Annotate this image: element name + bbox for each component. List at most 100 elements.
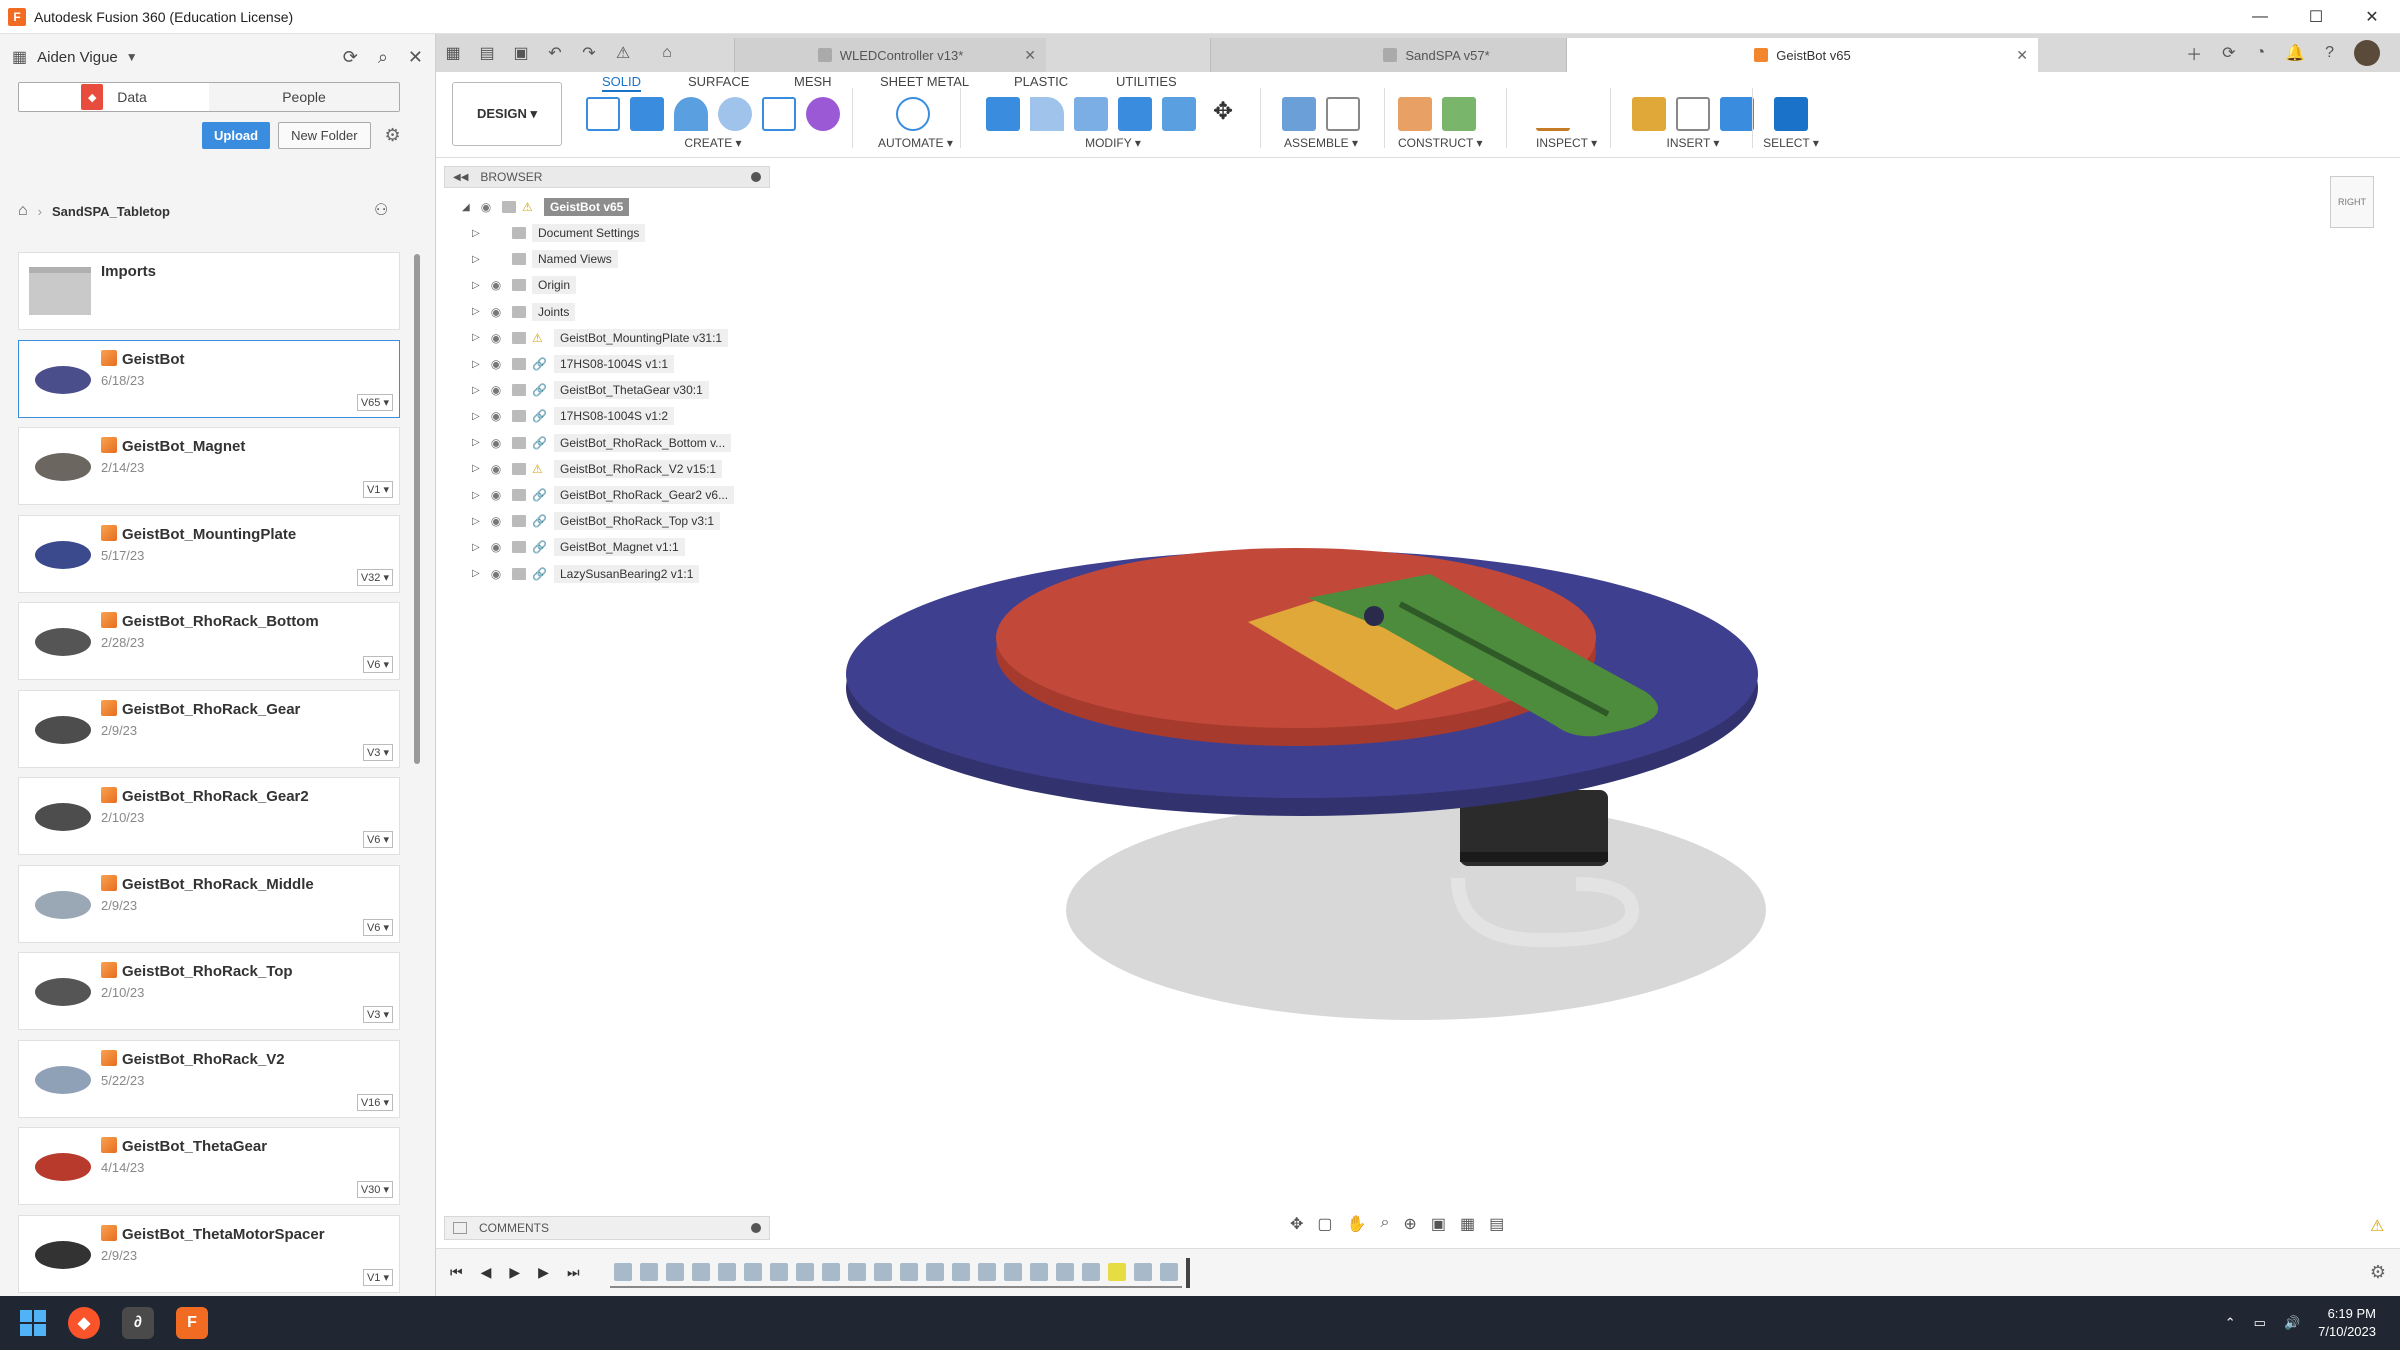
expand-triangle-icon[interactable]: ▷ bbox=[472, 385, 486, 396]
close-tab-icon[interactable]: ✕ bbox=[2016, 47, 2028, 64]
file-card[interactable]: GeistBot_Magnet 2/14/23 V1 ▾ bbox=[18, 427, 400, 505]
file-icon[interactable]: ▤ bbox=[470, 34, 504, 72]
version-badge[interactable]: V6 ▾ bbox=[362, 918, 393, 936]
offset-plane-icon[interactable] bbox=[1398, 97, 1432, 131]
expand-triangle-icon[interactable]: ▷ bbox=[472, 411, 486, 422]
expand-triangle-icon[interactable]: ▷ bbox=[472, 437, 486, 448]
job-status-icon[interactable]: ◔ bbox=[2256, 44, 2266, 62]
visibility-eye-icon[interactable]: ◉ bbox=[486, 488, 506, 502]
visibility-eye-icon[interactable]: ◉ bbox=[486, 436, 506, 450]
visibility-eye-icon[interactable]: ◉ bbox=[476, 200, 496, 214]
visibility-eye-icon[interactable]: ◉ bbox=[486, 357, 506, 371]
tab-data[interactable]: ◆ Data bbox=[19, 83, 209, 111]
version-badge[interactable]: V1 ▾ bbox=[362, 481, 393, 498]
workspace-switcher[interactable]: DESIGN ▾ bbox=[452, 82, 562, 146]
new-tab-icon[interactable]: ＋ bbox=[2186, 41, 2202, 65]
browser-node[interactable]: ▷ ◉ ⚠ GeistBot_MountingPlate v31:1 bbox=[472, 327, 729, 349]
version-badge[interactable]: V16 ▾ bbox=[356, 1093, 393, 1111]
expand-triangle-icon[interactable]: ▷ bbox=[472, 516, 486, 527]
timeline-feature[interactable] bbox=[1003, 1262, 1022, 1281]
timeline-forward-icon[interactable]: ▶ bbox=[538, 1264, 549, 1281]
minimize-button[interactable]: — bbox=[2232, 0, 2288, 34]
volume-icon[interactable]: 🔊 bbox=[2284, 1315, 2300, 1331]
file-card[interactable]: GeistBot_ThetaMotorSpacer 2/9/23 V1 ▾ bbox=[18, 1214, 400, 1293]
timeline-back-icon[interactable]: ◀ bbox=[481, 1264, 492, 1281]
file-card[interactable]: GeistBot_RhoRack_Top 2/10/23 V3 ▾ bbox=[18, 952, 400, 1030]
comments-panel[interactable]: COMMENTS bbox=[444, 1216, 770, 1240]
select-icon[interactable] bbox=[1774, 97, 1808, 131]
expand-triangle-icon[interactable]: ▷ bbox=[472, 490, 486, 501]
visibility-eye-icon[interactable]: ◉ bbox=[486, 383, 506, 397]
magnet[interactable] bbox=[1364, 606, 1384, 626]
timeline-feature[interactable] bbox=[977, 1262, 996, 1281]
timeline-feature[interactable] bbox=[1029, 1262, 1048, 1281]
select-menu[interactable]: SELECT ▾ bbox=[1754, 136, 1828, 150]
doc-tab-wledcontroller[interactable]: WLEDController v13* ✕ bbox=[734, 38, 1046, 72]
browser-node[interactable]: ▷ ◉ 🔗 GeistBot_ThetaGear v30:1 bbox=[472, 379, 709, 401]
browser-node[interactable]: ▷ Named Views bbox=[472, 248, 618, 270]
warning-icon[interactable]: ⚠ bbox=[2370, 1216, 2384, 1236]
file-card[interactable]: GeistBot_MountingPlate 5/17/23 V32 ▾ bbox=[18, 514, 400, 593]
timeline-feature[interactable] bbox=[1055, 1262, 1074, 1281]
visibility-eye-icon[interactable]: ◉ bbox=[486, 278, 506, 292]
expand-triangle-icon[interactable]: ▷ bbox=[472, 359, 486, 370]
version-badge[interactable]: V3 ▾ bbox=[362, 743, 393, 761]
display-icon[interactable]: ▭ bbox=[2254, 1315, 2266, 1331]
upload-button[interactable]: Upload bbox=[202, 122, 271, 149]
file-card[interactable]: GeistBot 6/18/23 V65 ▾ bbox=[18, 339, 400, 418]
browser-node[interactable]: ▷ ◉ 🔗 GeistBot_RhoRack_Top v3:1 bbox=[472, 510, 721, 532]
browser-root[interactable]: ◢ ◉ ⚠ GeistBot v65 bbox=[462, 196, 630, 218]
file-card[interactable]: GeistBot_RhoRack_Middle 2/9/23 V6 ▾ bbox=[18, 864, 400, 943]
timeline-feature[interactable] bbox=[717, 1262, 736, 1281]
insert-menu[interactable]: INSERT ▾ bbox=[1632, 136, 1754, 150]
pin-icon[interactable] bbox=[751, 172, 761, 182]
user-name[interactable]: Aiden Vigue bbox=[37, 49, 118, 66]
create-menu[interactable]: CREATE ▾ bbox=[586, 136, 840, 150]
grid-settings-icon[interactable]: ▦ bbox=[1460, 1214, 1475, 1234]
tab-surface[interactable]: SURFACE bbox=[688, 72, 749, 92]
browser-node[interactable]: ▷ ◉ Origin bbox=[472, 274, 577, 296]
browser-node[interactable]: ▷ ◉ 🔗 GeistBot_RhoRack_Bottom v... bbox=[472, 432, 732, 454]
timeline-marker[interactable] bbox=[1185, 1257, 1190, 1288]
browser-node[interactable]: ▷ ◉ 🔗 17HS08-1004S v1:1 bbox=[472, 353, 675, 375]
notifications-icon[interactable]: 🔔 bbox=[2285, 43, 2305, 63]
doc-tab-geistbot[interactable]: GeistBot v65 ✕ bbox=[1566, 38, 2038, 72]
version-badge[interactable]: V30 ▾ bbox=[356, 1181, 393, 1198]
file-card[interactable]: GeistBot_RhoRack_Gear 2/9/23 V3 ▾ bbox=[18, 689, 400, 768]
timeline-feature[interactable] bbox=[691, 1262, 710, 1281]
construct-menu[interactable]: CONSTRUCT ▾ bbox=[1398, 136, 1482, 150]
combine-icon[interactable] bbox=[1162, 97, 1196, 131]
file-card[interactable]: GeistBot_RhoRack_Gear2 2/10/23 V6 ▾ bbox=[18, 777, 400, 855]
timeline-feature[interactable] bbox=[821, 1262, 840, 1281]
browser-node[interactable]: ▷ ◉ 🔗 17HS08-1004S v1:2 bbox=[472, 405, 675, 427]
extensions-icon[interactable]: ⟳ bbox=[2222, 43, 2235, 63]
close-window-button[interactable]: ✕ bbox=[2344, 0, 2400, 34]
refresh-icon[interactable]: ⟳ bbox=[343, 47, 358, 68]
timeline-feature[interactable] bbox=[1081, 1262, 1100, 1281]
gear-icon[interactable]: ⚙ bbox=[385, 125, 401, 146]
timeline-feature[interactable] bbox=[1133, 1262, 1152, 1281]
version-badge[interactable]: V65 ▾ bbox=[356, 393, 393, 411]
tab-mesh[interactable]: MESH bbox=[794, 72, 832, 92]
home-tab-icon[interactable]: ⌂ bbox=[650, 34, 684, 72]
warning-tool-icon[interactable]: ⚠ bbox=[606, 34, 640, 72]
avatar[interactable] bbox=[2354, 40, 2380, 66]
expand-triangle-icon[interactable]: ◢ bbox=[462, 202, 476, 213]
version-badge[interactable]: V6 ▾ bbox=[362, 656, 393, 673]
midplane-icon[interactable] bbox=[1442, 97, 1476, 131]
file-card[interactable]: GeistBot_RhoRack_V2 5/22/23 V16 ▾ bbox=[18, 1039, 400, 1118]
automate-icon[interactable] bbox=[896, 97, 930, 131]
joint-icon[interactable] bbox=[1326, 97, 1360, 131]
chamfer-icon[interactable] bbox=[1074, 97, 1108, 131]
help-icon[interactable]: ? bbox=[2325, 44, 2334, 62]
automate-menu[interactable]: AUTOMATE ▾ bbox=[878, 136, 953, 150]
file-list-scrollbar[interactable] bbox=[414, 254, 420, 764]
tab-sheet-metal[interactable]: SHEET METAL bbox=[880, 72, 969, 92]
tab-utilities[interactable]: UTILITIES bbox=[1116, 72, 1177, 92]
timeline-feature[interactable] bbox=[847, 1262, 866, 1281]
insert-canvas-icon[interactable] bbox=[1720, 97, 1754, 131]
form-icon[interactable] bbox=[806, 97, 840, 131]
extrude-icon[interactable] bbox=[630, 97, 664, 131]
version-badge[interactable]: V32 ▾ bbox=[356, 568, 393, 586]
maximize-button[interactable]: ☐ bbox=[2288, 0, 2344, 34]
